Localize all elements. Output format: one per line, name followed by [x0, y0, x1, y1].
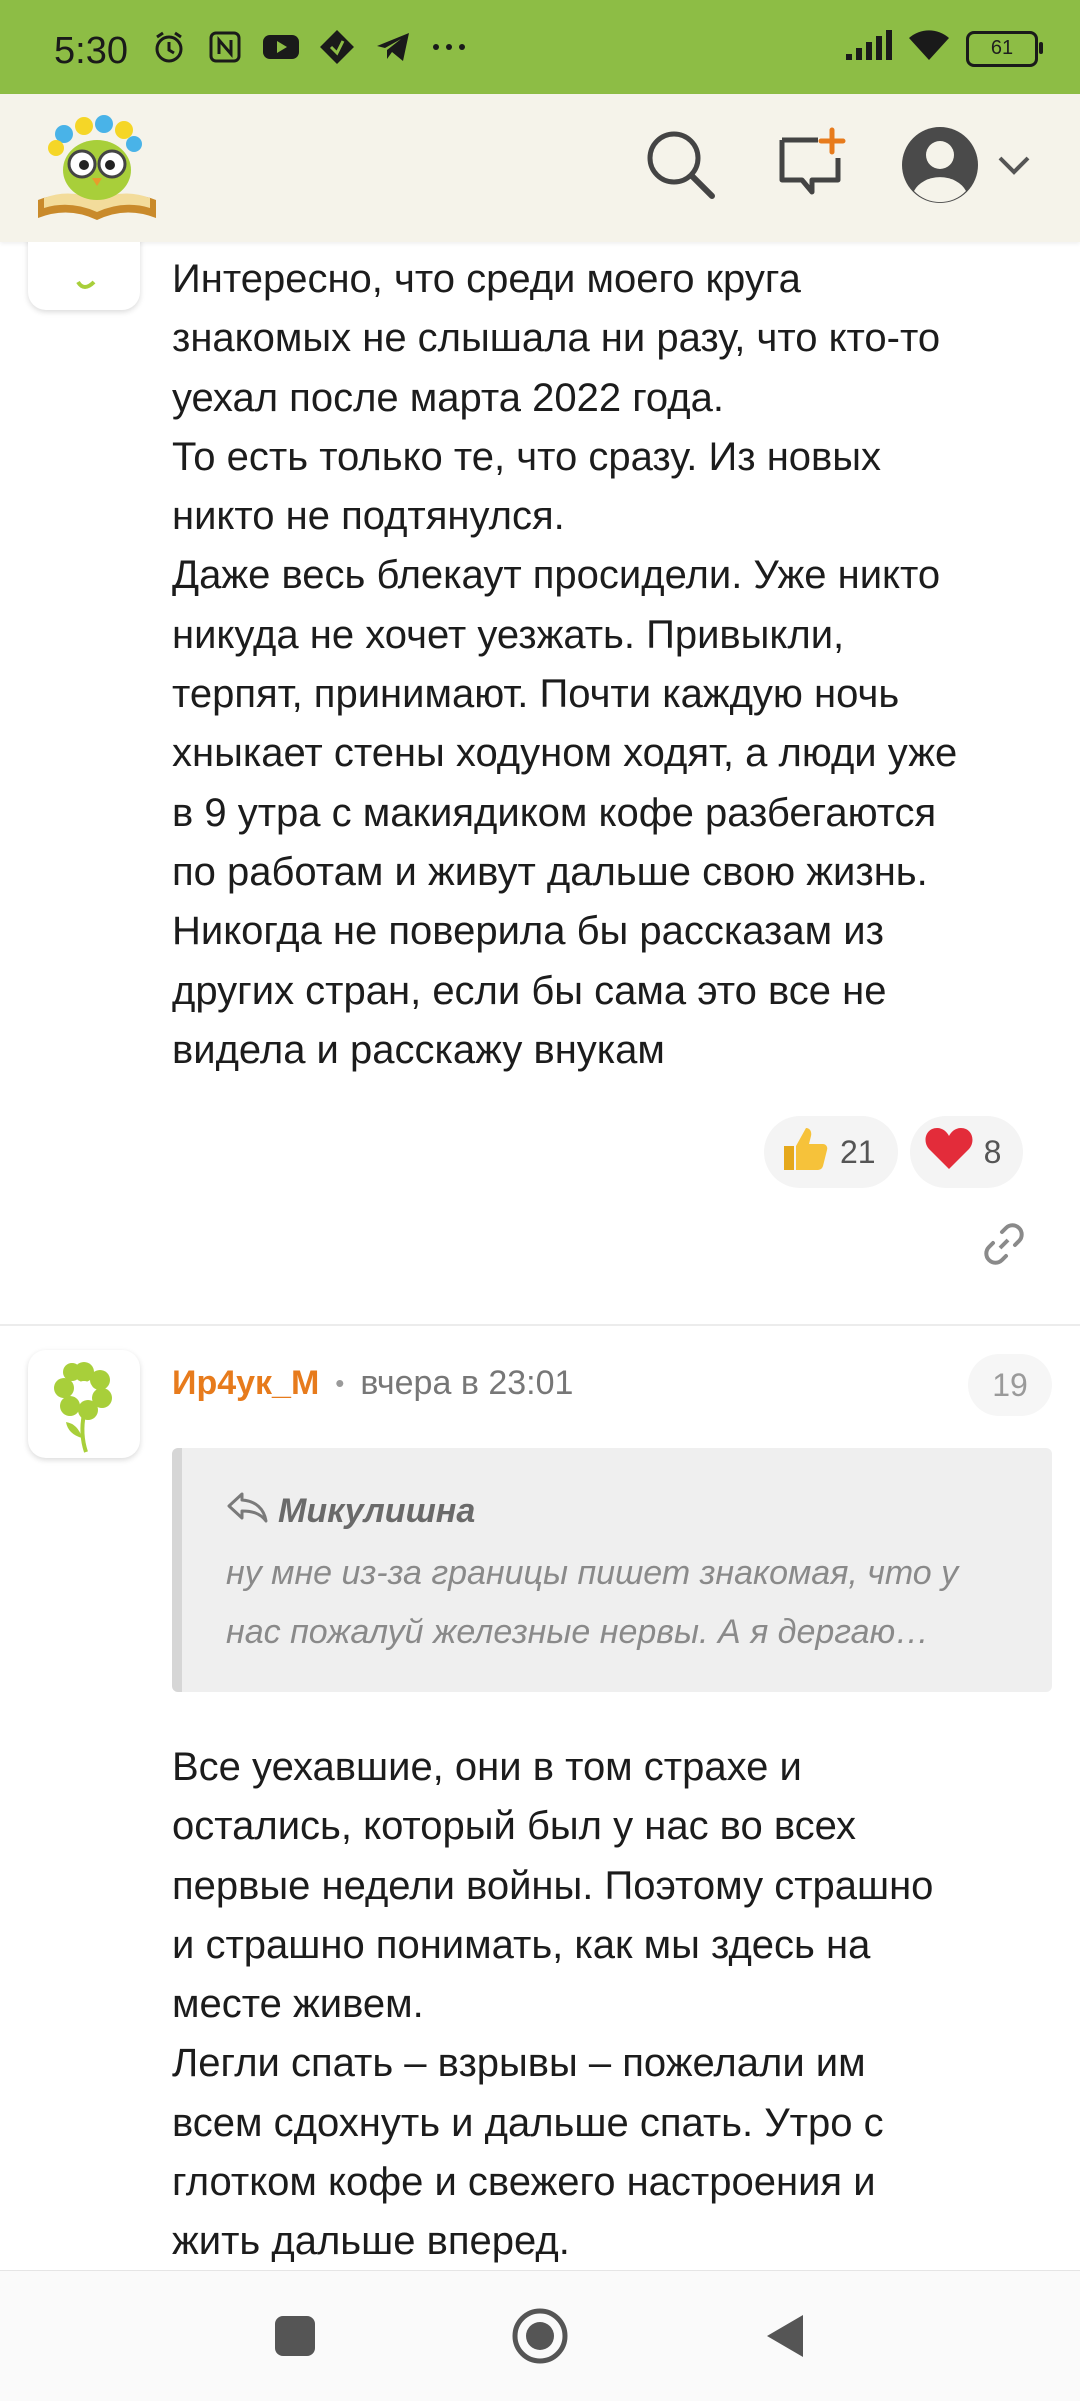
- avatar-icon: [902, 127, 978, 203]
- app-icon: [318, 28, 356, 66]
- comment-count-badge[interactable]: 19: [968, 1354, 1052, 1416]
- separator: •: [335, 1368, 345, 1398]
- battery-icon: 61: [966, 30, 1043, 67]
- quote-author: Микулишна: [278, 1492, 476, 1530]
- alarm-icon: [150, 28, 188, 66]
- comment-text: Все уехавшие, они в том страхе и осталис…: [172, 1745, 934, 2264]
- thumbs-up-icon: [778, 1122, 830, 1182]
- status-bar: 5:30 61: [0, 0, 1080, 94]
- new-post-button[interactable]: [770, 124, 850, 204]
- avatar[interactable]: [28, 242, 140, 310]
- author-name[interactable]: Ир4ук_М: [172, 1364, 319, 1403]
- reply-arrow-icon: [226, 1490, 270, 1533]
- new-message-icon: [779, 127, 846, 195]
- status-time: 5:30: [54, 30, 128, 72]
- profile-menu-button[interactable]: [900, 120, 1038, 210]
- owl-book-logo[interactable]: [34, 108, 160, 224]
- quote-block[interactable]: Микулишна ну мне из-за границы пишет зна…: [172, 1448, 1052, 1692]
- circle-icon: [512, 2308, 568, 2364]
- wifi-icon: [908, 30, 950, 67]
- search-icon: [647, 131, 715, 199]
- recent-apps-button[interactable]: [260, 2301, 330, 2371]
- heart-icon: [924, 1125, 974, 1179]
- triangle-back-icon: [767, 2315, 803, 2357]
- reactions: 21 8: [764, 1116, 1024, 1188]
- avatar[interactable]: [28, 1350, 140, 1458]
- nfc-icon: [206, 28, 244, 66]
- divider: [0, 1324, 1080, 1326]
- comment-time: вчера в 23:01: [360, 1364, 574, 1402]
- more-icon: [430, 28, 468, 66]
- app-bar: [0, 94, 1080, 242]
- square-icon: [275, 2316, 315, 2356]
- home-button[interactable]: [505, 2301, 575, 2371]
- heart-count: 8: [983, 1133, 1002, 1170]
- quote-text: ну мне из-за границы пишет знакомая, что…: [226, 1554, 959, 1651]
- heart-reaction-button[interactable]: 8: [909, 1116, 1024, 1188]
- signal-icon: [844, 30, 892, 67]
- link-icon[interactable]: [980, 1220, 1028, 1268]
- like-reaction-button[interactable]: 21: [764, 1116, 898, 1188]
- search-button[interactable]: [640, 124, 720, 204]
- telegram-icon: [374, 28, 412, 66]
- chevron-down-icon: [998, 156, 1030, 175]
- like-count: 21: [840, 1133, 876, 1170]
- back-button[interactable]: [750, 2301, 820, 2371]
- comment-meta: Ир4ук_М • вчера в 23:01: [172, 1364, 573, 1403]
- comment-text: Интересно, что среди моего круга знакомы…: [172, 257, 958, 1072]
- flower-icon: [54, 1362, 112, 1453]
- comments-feed[interactable]: Интересно, что среди моего круга знакомы…: [0, 242, 1080, 2270]
- youtube-icon: [262, 28, 300, 66]
- system-nav-bar: [0, 2270, 1080, 2401]
- quote-header: Микулишна: [226, 1490, 475, 1533]
